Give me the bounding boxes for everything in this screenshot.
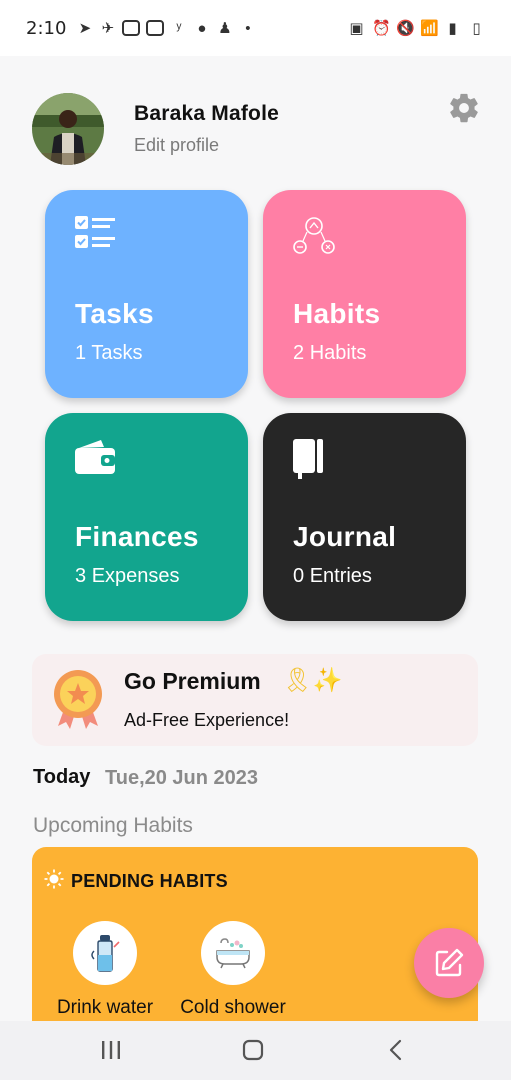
checklist-icon [75, 216, 115, 257]
system-navigation-bar [0, 1021, 511, 1080]
recents-icon [102, 1041, 120, 1059]
upcoming-habits-label: Upcoming Habits [33, 814, 193, 837]
pending-habits-title: PENDING HABITS [71, 871, 228, 891]
habits-count: 2 Habits [293, 342, 367, 364]
signal-icon: ▮ [448, 19, 457, 37]
habits-cycle-icon [293, 216, 335, 261]
habit-item-cold-shower[interactable]: Cold shower [177, 921, 289, 1019]
habit-name: Cold shower [180, 997, 286, 1018]
profile-name: Baraka Mafole [134, 102, 279, 125]
app-icon [122, 20, 141, 36]
finances-count: 3 Expenses [75, 565, 180, 587]
profile-header: Baraka Mafole Edit profile [32, 92, 481, 166]
app-icon [146, 20, 165, 36]
avatar[interactable] [32, 93, 104, 165]
telegram-icon: ✈ [101, 19, 115, 37]
notification-icons: ➤ ✈ ʸ ● ♟ • [76, 20, 256, 37]
battery-saver-icon: ▣ [349, 19, 364, 37]
habit-name: Drink water [56, 997, 154, 1018]
app-icon: ʸ [176, 19, 182, 37]
journal-title: Journal [293, 521, 397, 552]
recents-button[interactable] [101, 1039, 121, 1066]
finances-title: Finances [75, 521, 199, 552]
system-icons: ▣ ⏰ 🔇 📶 ▮ ▯ [348, 20, 485, 37]
ribbon-sparkles-icon: 🎗✨ [282, 667, 343, 694]
home-button[interactable] [242, 1039, 264, 1066]
premium-title: Go Premium [124, 668, 261, 694]
go-premium-banner[interactable]: Go Premium 🎗✨ Ad-Free Experience! [32, 654, 478, 746]
sun-icon [44, 869, 64, 894]
edit-profile-link[interactable]: Edit profile [134, 135, 279, 156]
pending-habits-panel: PENDING HABITS Drink water Cold shower [32, 847, 478, 1022]
app-icon: ● [197, 19, 207, 37]
wallet-icon [75, 439, 115, 480]
status-time: 2:10 [26, 17, 67, 39]
bathtub-icon [201, 921, 265, 985]
home-icon [242, 1039, 264, 1061]
premium-subtitle: Ad-Free Experience! [124, 710, 290, 730]
habits-title: Habits [293, 298, 381, 329]
tasks-card[interactable]: Tasks 1 Tasks [45, 190, 248, 398]
journal-count: 0 Entries [293, 565, 372, 587]
settings-button[interactable] [447, 91, 481, 125]
medal-icon [52, 668, 104, 735]
send-icon: ➤ [78, 19, 92, 37]
mute-icon: 🔇 [396, 19, 415, 37]
add-entry-button[interactable] [414, 928, 484, 998]
today-label: Today [33, 766, 91, 788]
habit-item-drink-water[interactable]: Drink water [52, 921, 158, 1019]
battery-icon: ▯ [472, 19, 481, 37]
today-date: Tue,20 Jun 2023 [105, 767, 259, 789]
tasks-count: 1 Tasks [75, 342, 143, 364]
notebook-icon [293, 439, 325, 484]
wifi-icon: 📶 [420, 19, 439, 37]
alarm-icon: ⏰ [372, 19, 391, 37]
back-icon [389, 1039, 402, 1061]
journal-card[interactable]: Journal 0 Entries [263, 413, 466, 621]
water-bottle-icon [73, 921, 137, 985]
habits-card[interactable]: Habits 2 Habits [263, 190, 466, 398]
dot-icon: • [245, 19, 251, 37]
back-button[interactable] [386, 1039, 406, 1066]
status-bar: 2:10 ➤ ✈ ʸ ● ♟ • ▣ ⏰ 🔇 📶 ▮ ▯ [0, 0, 511, 56]
person-icon: ♟ [218, 19, 232, 37]
finances-card[interactable]: Finances 3 Expenses [45, 413, 248, 621]
tasks-title: Tasks [75, 298, 154, 329]
edit-note-icon [435, 948, 464, 977]
gear-icon [450, 93, 478, 123]
